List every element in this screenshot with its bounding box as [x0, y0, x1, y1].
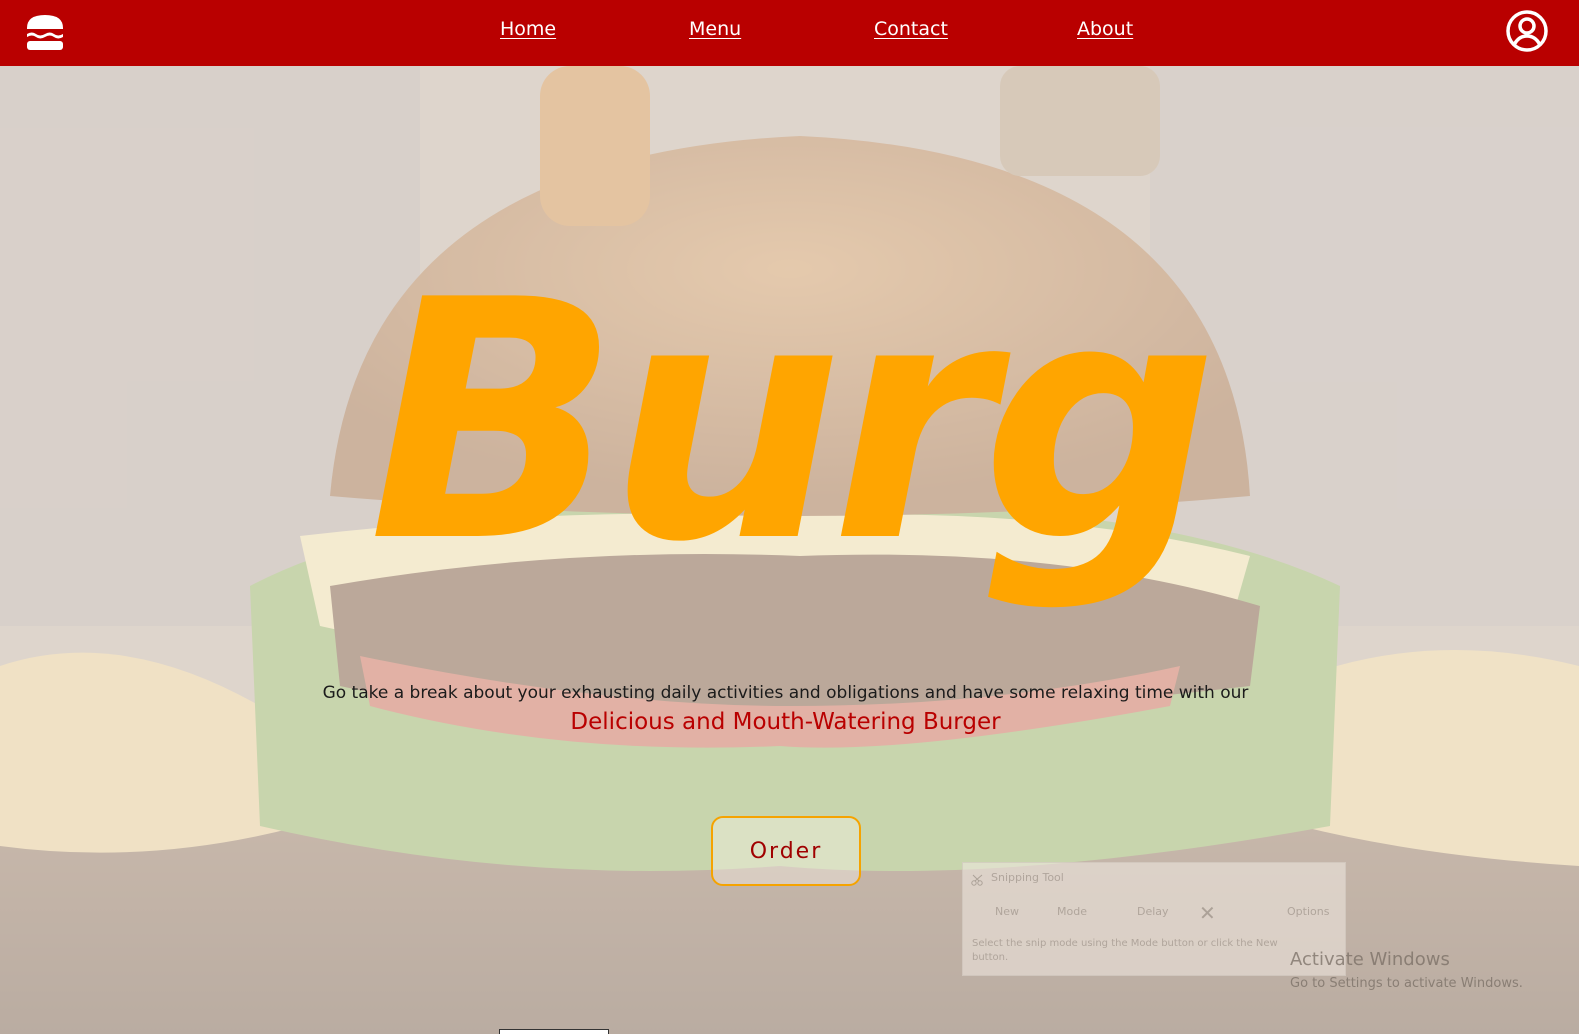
- hero-title-text: Burg: [368, 230, 1208, 614]
- activate-windows-subtitle: Go to Settings to activate Windows.: [1290, 976, 1523, 991]
- nav-link-menu[interactable]: Menu: [689, 18, 741, 40]
- snip-mode-button[interactable]: Mode: [1057, 905, 1087, 918]
- snipping-tool-window: Snipping Tool New Mode Delay ✕ Options S…: [962, 862, 1346, 976]
- nav-link-contact[interactable]: Contact: [874, 18, 948, 40]
- user-circle-icon[interactable]: [1505, 9, 1549, 53]
- bottom-partial-element: [499, 1029, 609, 1034]
- snip-delay-button[interactable]: Delay: [1137, 905, 1169, 918]
- order-button[interactable]: Order: [711, 816, 861, 886]
- top-navbar: Home Menu Contact About: [0, 0, 1579, 66]
- landing-page: Home Menu Contact About Burg Go take a b…: [0, 0, 1579, 1034]
- activate-windows-title: Activate Windows: [1290, 949, 1450, 970]
- snip-new-button[interactable]: New: [995, 905, 1019, 918]
- hero-tagline: Go take a break about your exhausting da…: [322, 683, 1249, 703]
- snip-options-button[interactable]: Options: [1287, 905, 1329, 918]
- burger-icon[interactable]: [23, 13, 67, 53]
- snipping-tool-toolbar: New Mode Delay ✕ Options: [971, 901, 1341, 925]
- scissors-icon: [971, 871, 985, 886]
- close-icon[interactable]: ✕: [1199, 901, 1216, 925]
- snipping-tool-hint: Select the snip mode using the Mode butt…: [972, 938, 1278, 963]
- nav-link-about[interactable]: About: [1077, 18, 1133, 40]
- snipping-tool-title: Snipping Tool: [991, 871, 1064, 884]
- hero-highlight: Delicious and Mouth-Watering Burger: [570, 709, 1001, 735]
- hero-title: Burg: [368, 230, 1220, 656]
- nav-link-home[interactable]: Home: [500, 18, 556, 40]
